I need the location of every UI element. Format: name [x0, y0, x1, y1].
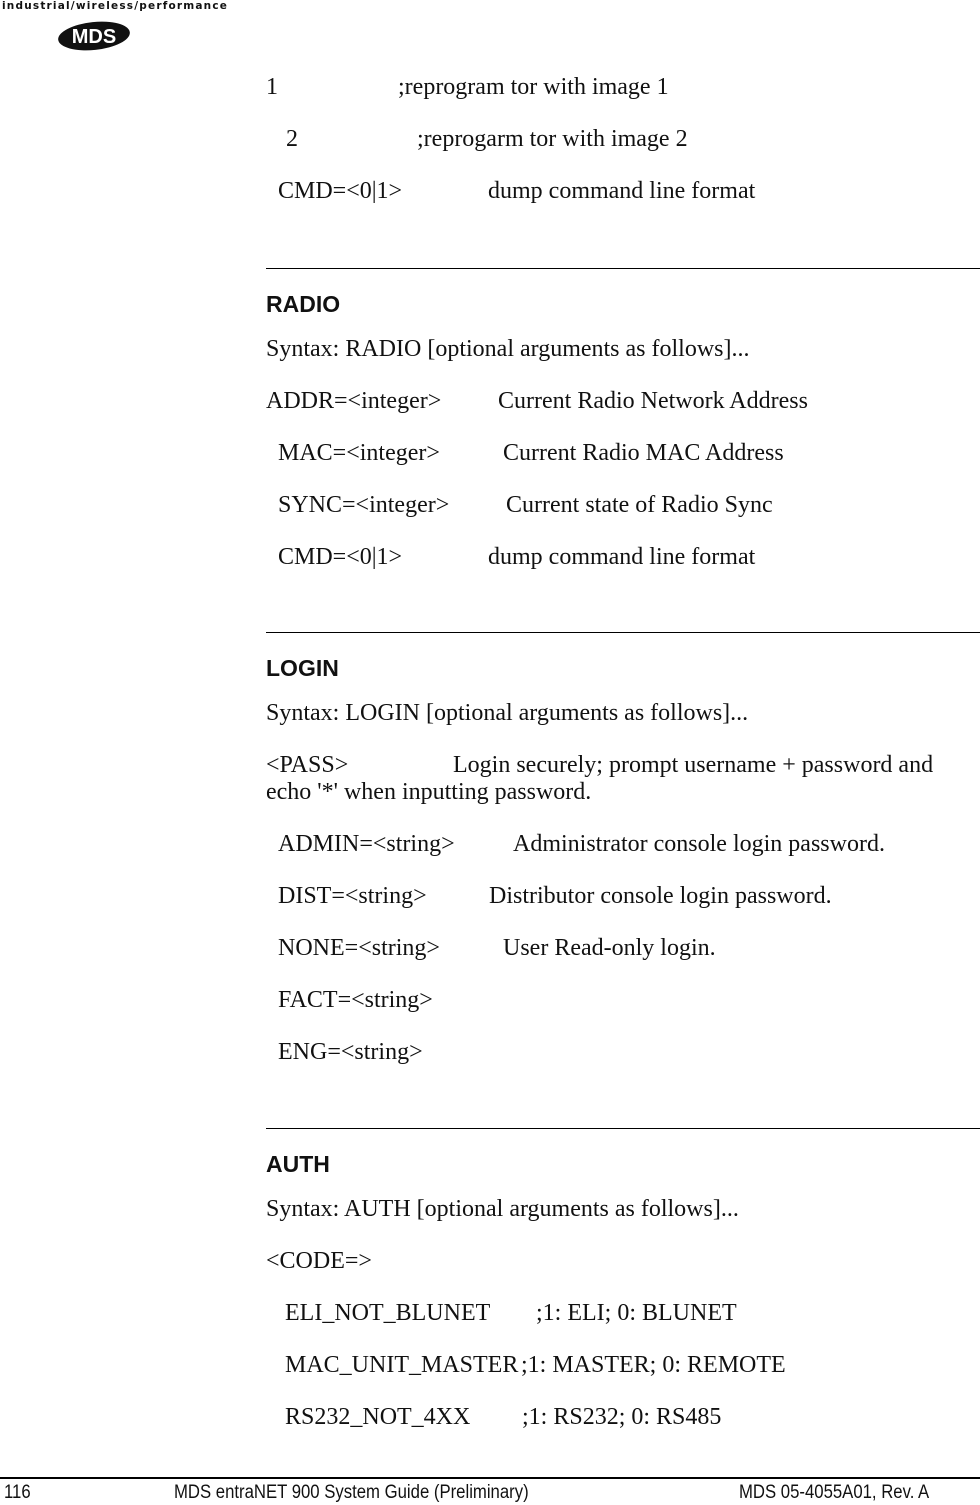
- login-desc: Administrator console login password.: [513, 831, 885, 857]
- auth-code-arg: <CODE=>: [266, 1248, 372, 1274]
- intro-desc-1: ;reprogram tor with image 1: [398, 74, 669, 100]
- logo-text: MDS: [72, 26, 116, 48]
- page-number: 116: [4, 1482, 31, 1503]
- auth-desc: ;1: MASTER; 0: REMOTE: [521, 1352, 786, 1378]
- auth-desc: ;1: ELI; 0: BLUNET: [536, 1300, 737, 1326]
- radio-desc: Current Radio MAC Address: [503, 440, 784, 466]
- section-divider: [266, 1128, 980, 1129]
- radio-desc: Current state of Radio Sync: [506, 492, 773, 518]
- logo-tagline: industrial/wireless/performance: [2, 0, 229, 12]
- intro-desc-2: ;reprogarm tor with image 2: [417, 126, 688, 152]
- radio-desc: Current Radio Network Address: [498, 388, 808, 414]
- login-pass-arg: <PASS>: [266, 752, 349, 778]
- login-arg: DIST=<string>: [278, 883, 427, 909]
- login-arg: ADMIN=<string>: [278, 831, 455, 857]
- intro-desc-3: dump command line format: [488, 178, 756, 204]
- intro-arg-2: 2: [286, 126, 298, 152]
- login-arg: NONE=<string>: [278, 935, 440, 961]
- login-desc: Distributor console login password.: [489, 883, 832, 909]
- intro-arg-3: CMD=<0|1>: [278, 178, 403, 204]
- auth-syntax: Syntax: AUTH [optional arguments as foll…: [266, 1196, 739, 1222]
- intro-arg-1: 1: [266, 74, 278, 100]
- section-heading-auth: AUTH: [266, 1151, 330, 1177]
- section-divider: [266, 632, 980, 633]
- login-desc: User Read-only login.: [503, 935, 716, 961]
- radio-arg: SYNC=<integer>: [278, 492, 450, 518]
- section-divider: [266, 268, 980, 269]
- auth-arg: ELI_NOT_BLUNET: [285, 1300, 491, 1326]
- auth-arg: RS232_NOT_4XX: [285, 1404, 471, 1430]
- login-arg: ENG=<string>: [278, 1039, 423, 1065]
- radio-desc: dump command line format: [488, 544, 756, 570]
- login-syntax: Syntax: LOGIN [optional arguments as fol…: [266, 700, 749, 726]
- document-title: MDS entraNET 900 System Guide (Prelimina…: [174, 1482, 529, 1503]
- document-id: MDS 05-4055A01, Rev. A: [739, 1482, 930, 1503]
- radio-syntax: Syntax: RADIO [optional arguments as fol…: [266, 336, 750, 362]
- radio-arg: MAC=<integer>: [278, 440, 440, 466]
- radio-arg: ADDR=<integer>: [266, 388, 442, 414]
- section-heading-radio: RADIO: [266, 291, 341, 317]
- footer-rule: [0, 1477, 980, 1479]
- login-arg: FACT=<string>: [278, 987, 433, 1013]
- section-heading-login: LOGIN: [266, 655, 339, 681]
- auth-arg: MAC_UNIT_MASTER: [285, 1352, 519, 1378]
- login-pass-desc: Login securely; prompt username + passwo…: [453, 752, 934, 778]
- login-pass-desc-cont: echo '*' when inputting password.: [266, 779, 592, 805]
- auth-desc: ;1: RS232; 0: RS485: [522, 1404, 722, 1430]
- radio-arg: CMD=<0|1>: [278, 544, 403, 570]
- mds-logo: MDS: [58, 21, 130, 51]
